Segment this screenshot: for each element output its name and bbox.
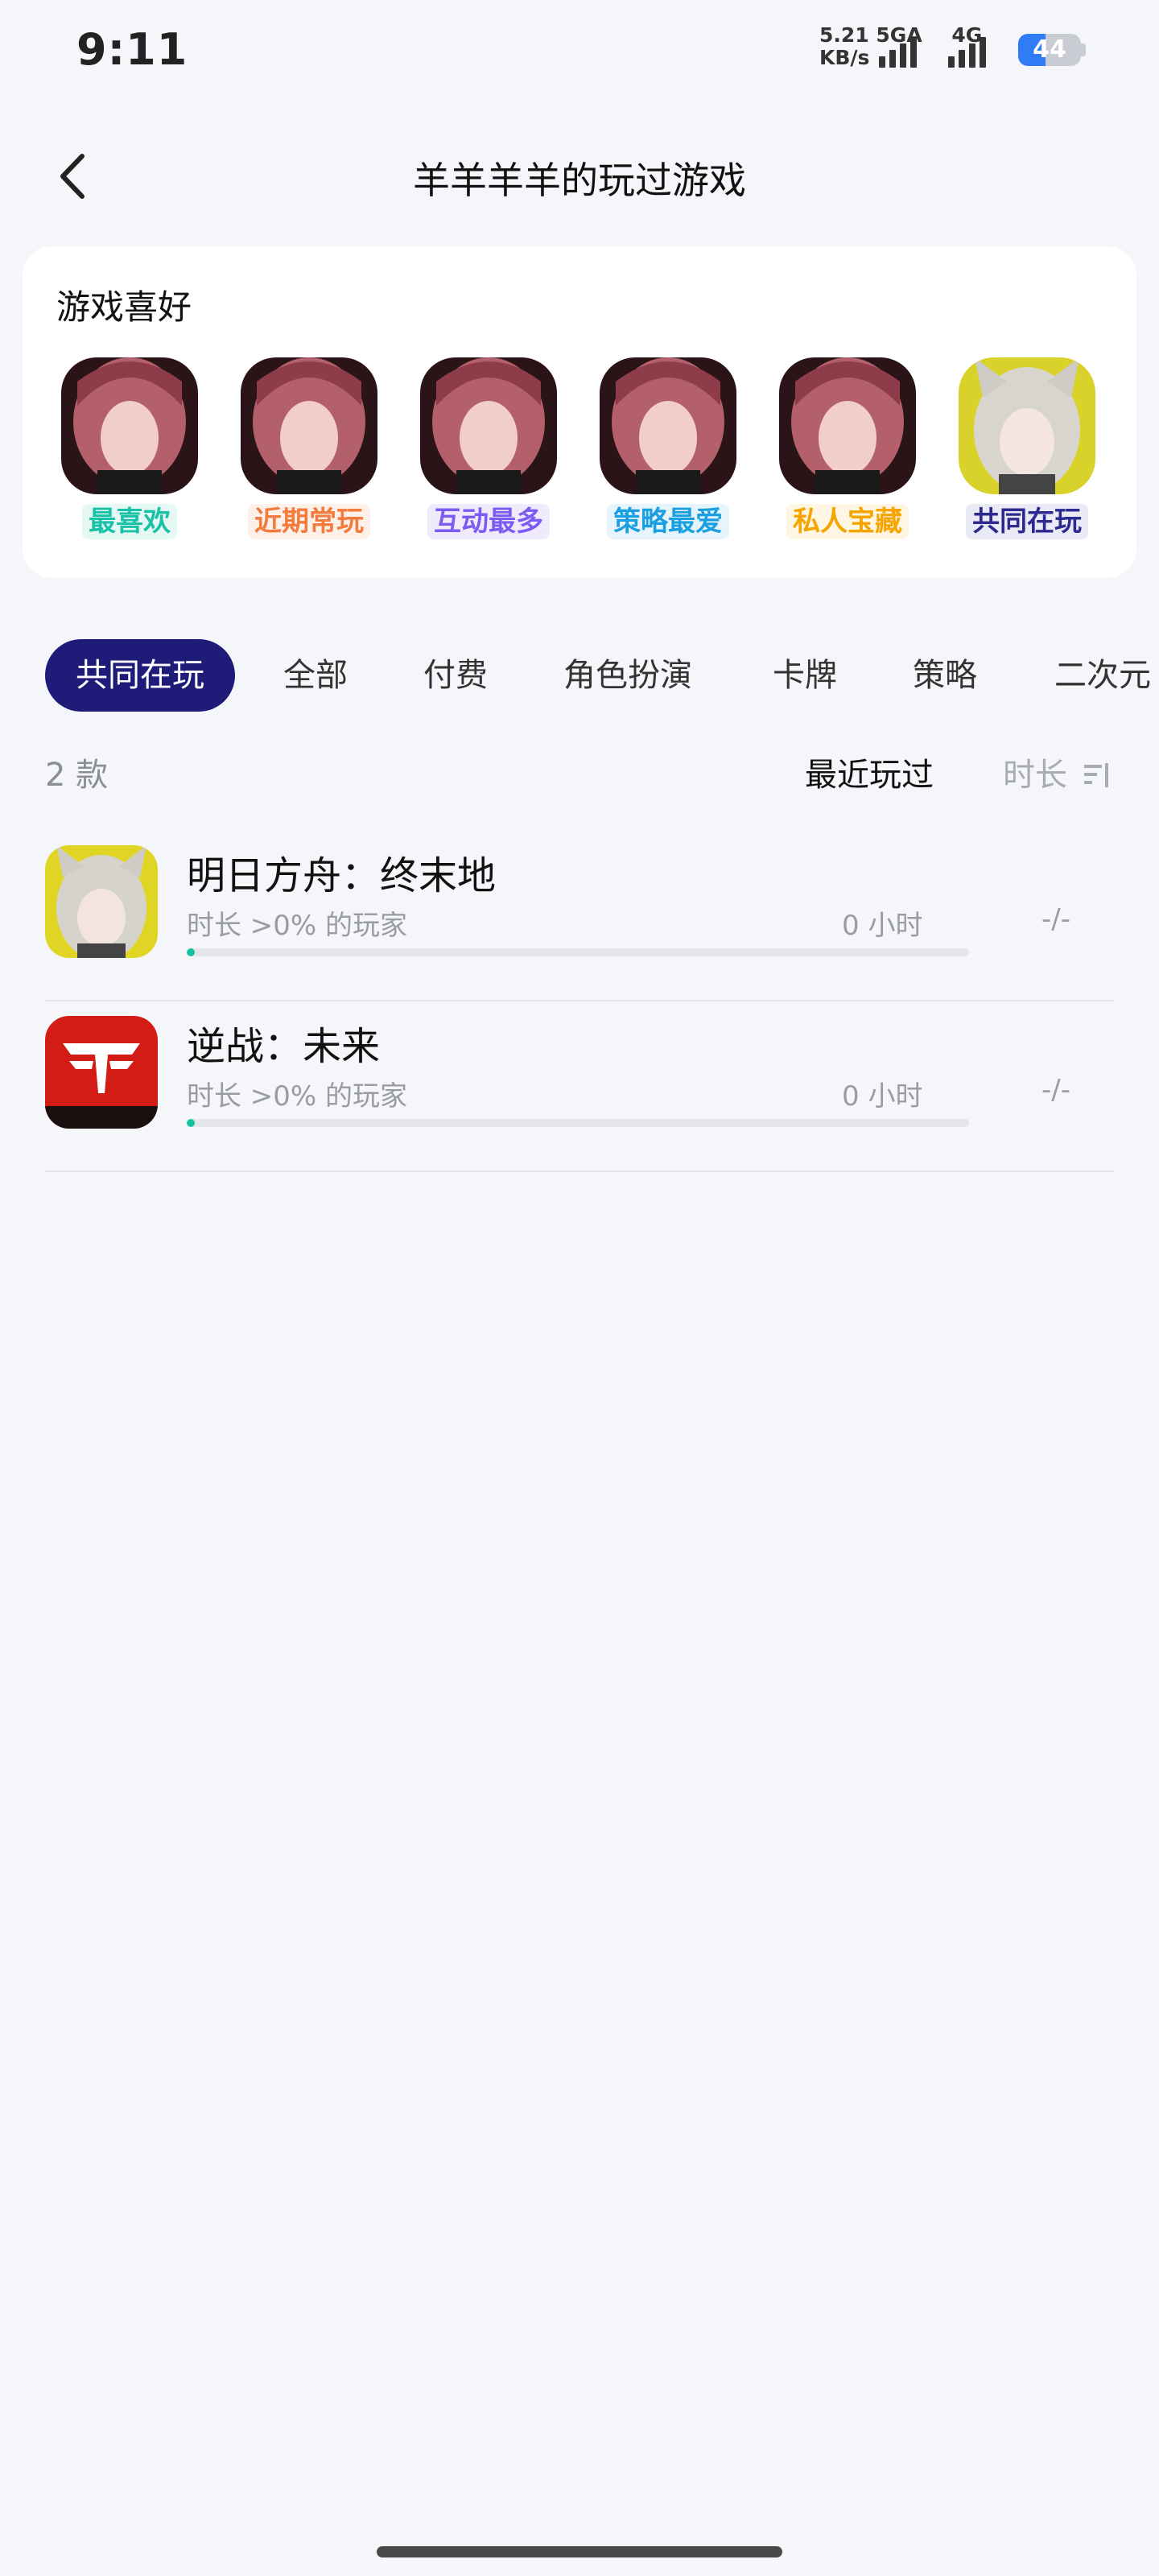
game-hours: 0 小时 xyxy=(842,1080,923,1113)
pref-item-favorite[interactable]: 最喜欢 xyxy=(61,357,198,539)
pref-label: 最喜欢 xyxy=(82,504,177,539)
preference-title: 游戏喜好 xyxy=(56,287,192,327)
tab-anime[interactable]: 二次元 xyxy=(1054,639,1151,712)
game-name: 明日方舟：终末地 xyxy=(187,853,497,898)
sort-duration-button[interactable]: 时长 xyxy=(1003,749,1110,795)
character-avatar-icon xyxy=(241,357,377,494)
game-subtitle: 时长 >0% 的玩家 xyxy=(187,910,408,942)
tab-card[interactable]: 卡牌 xyxy=(773,639,837,712)
playtime-progress-bar xyxy=(187,1119,969,1127)
pref-item-interaction[interactable]: 互动最多 xyxy=(420,357,557,539)
pref-item-recent[interactable]: 近期常玩 xyxy=(241,357,377,539)
pref-label: 共同在玩 xyxy=(966,504,1088,539)
sort-icon xyxy=(1083,763,1108,787)
tab-paid[interactable]: 付费 xyxy=(423,639,488,712)
pref-item-coplaying[interactable]: 共同在玩 xyxy=(959,357,1095,539)
pref-item-strategy[interactable]: 策略最爱 xyxy=(600,357,736,539)
pref-item-treasure[interactable]: 私人宝藏 xyxy=(779,357,916,539)
tab-strategy[interactable]: 策略 xyxy=(913,639,977,712)
game-ratio: -/- xyxy=(1041,1074,1070,1106)
net-speed-value: 5.21 xyxy=(819,23,869,47)
page-title: 羊羊羊羊的玩过游戏 xyxy=(413,159,746,202)
character-avatar-icon xyxy=(779,357,916,494)
progress-fill xyxy=(187,948,195,956)
home-indicator[interactable] xyxy=(377,2546,782,2557)
net-speed-unit: KB/s xyxy=(819,46,870,69)
sort-recent-button[interactable]: 最近玩过 xyxy=(805,749,934,795)
battery-level: 44 xyxy=(1033,35,1066,64)
pref-label: 私人宝藏 xyxy=(786,504,909,539)
pref-label: 策略最爱 xyxy=(607,504,729,539)
playtime-progress-bar xyxy=(187,948,969,956)
status-time: 9:11 xyxy=(76,24,188,75)
character-avatar-icon xyxy=(420,357,557,494)
tab-all[interactable]: 全部 xyxy=(283,639,348,712)
game-row[interactable]: 逆战：未来 时长 >0% 的玩家 0 小时 -/- xyxy=(45,1000,1114,1172)
sort-duration-label: 时长 xyxy=(1003,757,1067,794)
signal-5ga-icon xyxy=(879,29,917,68)
battery-tip xyxy=(1081,43,1086,56)
game-name: 逆战：未来 xyxy=(187,1024,381,1069)
pref-label: 互动最多 xyxy=(427,504,550,539)
game-hours: 0 小时 xyxy=(842,910,923,942)
progress-fill xyxy=(187,1119,195,1127)
character-avatar-icon xyxy=(959,357,1095,494)
nizhan-future-icon xyxy=(45,1016,158,1129)
game-ratio: -/- xyxy=(1041,903,1070,935)
battery-icon: 44 xyxy=(1018,34,1081,66)
character-avatar-icon xyxy=(61,357,198,494)
character-avatar-icon xyxy=(600,357,736,494)
game-preference-card: 游戏喜好 最喜欢 近期常玩 互动最多 策略最爱 私人宝藏 共同在玩 xyxy=(23,246,1136,578)
game-row[interactable]: 明日方舟：终末地 时长 >0% 的玩家 0 小时 -/- xyxy=(45,829,1114,1001)
signal-4g-icon xyxy=(948,29,986,68)
tab-rpg[interactable]: 角色扮演 xyxy=(563,639,692,712)
arknights-endfield-icon xyxy=(45,845,158,958)
game-count: 2 款 xyxy=(45,757,109,794)
pref-label: 近期常玩 xyxy=(248,504,370,539)
game-subtitle: 时长 >0% 的玩家 xyxy=(187,1080,408,1113)
tab-coplaying[interactable]: 共同在玩 xyxy=(45,639,235,712)
